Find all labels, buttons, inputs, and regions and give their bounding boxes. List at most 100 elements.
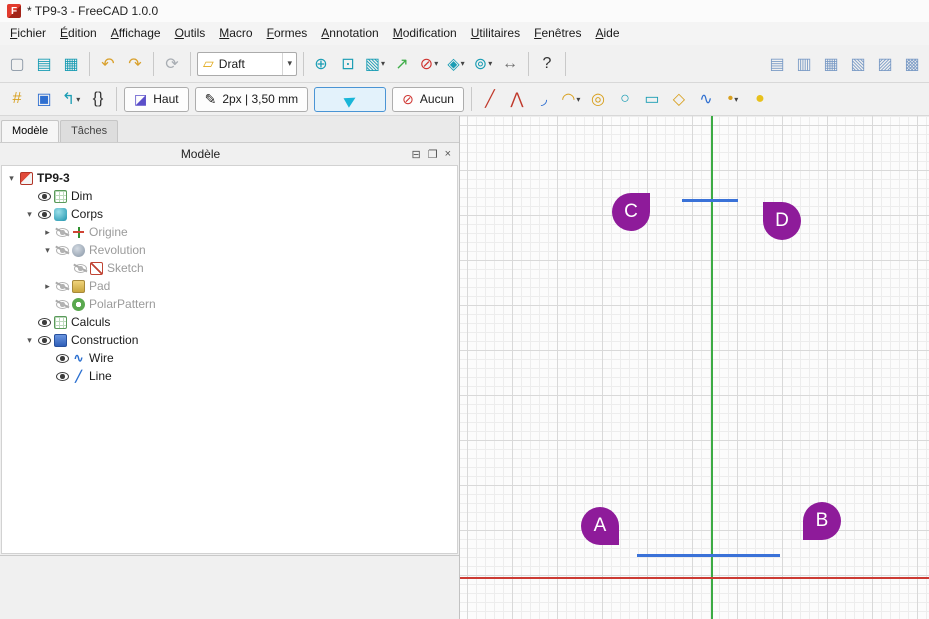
save-icon[interactable]: ▦ xyxy=(58,51,84,77)
circle-tool-icon[interactable]: ◎ xyxy=(585,86,611,112)
rectangle-tool-icon[interactable]: ▭ xyxy=(639,86,665,112)
ellipse-tool-icon[interactable]: ○ xyxy=(612,86,638,112)
tree-pre-selection-icon[interactable]: ▧ xyxy=(845,51,871,77)
menu-formes[interactable]: Formes xyxy=(260,23,315,44)
expander-icon[interactable]: ▾ xyxy=(24,209,35,220)
menu-outils[interactable]: Outils xyxy=(168,23,213,44)
expander-icon[interactable]: ▾ xyxy=(6,173,17,184)
tree-record-selection-icon[interactable]: ▨ xyxy=(872,51,898,77)
tab-taches[interactable]: Tâches xyxy=(60,120,118,142)
line-tool-icon[interactable]: ╱ xyxy=(477,86,503,112)
bspline-tool-icon[interactable]: ∿ xyxy=(693,86,719,112)
tree-item-calculs[interactable]: Calculs xyxy=(2,313,457,331)
visibility-eye-icon[interactable] xyxy=(56,246,69,255)
draw-style-icon[interactable]: ▧▾ xyxy=(362,51,388,77)
visibility-eye-icon[interactable] xyxy=(38,210,51,219)
tree-item-revolution[interactable]: ▾Revolution xyxy=(2,241,457,259)
float-icon[interactable]: ❐ xyxy=(428,148,438,161)
menu-edition[interactable]: Édition xyxy=(53,23,104,44)
layers-icon[interactable]: ▣ xyxy=(31,86,57,112)
tree-item-construction[interactable]: ▾Construction xyxy=(2,331,457,349)
workbench-selector[interactable]: ▱ Draft ▾ xyxy=(197,52,297,76)
line-style-button[interactable]: ✎ 2px | 3,50 mm xyxy=(195,87,309,112)
tree-item-line[interactable]: Line xyxy=(2,367,457,385)
undo-icon[interactable]: ↶ xyxy=(95,51,121,77)
chevron-down-icon[interactable]: ▾ xyxy=(282,53,296,75)
menu-affichage[interactable]: Affichage xyxy=(104,23,168,44)
chevron-down-icon[interactable]: ▾ xyxy=(434,59,438,68)
chevron-down-icon[interactable]: ▾ xyxy=(576,95,580,104)
tree-sync-selection-icon[interactable]: ▥ xyxy=(791,51,817,77)
chevron-down-icon[interactable]: ▾ xyxy=(461,59,465,68)
visibility-eye-icon[interactable] xyxy=(56,282,69,291)
tree-item-polarpattern[interactable]: PolarPattern xyxy=(2,295,457,313)
arc-tool-icon[interactable]: ◠▾ xyxy=(558,86,584,112)
tree-drag-icon[interactable]: ▩ xyxy=(899,51,925,77)
point-tool-icon[interactable]: •▾ xyxy=(720,86,746,112)
sketch-line-bottom[interactable] xyxy=(637,554,780,557)
fillet-tool-icon[interactable]: ◞ xyxy=(531,86,557,112)
menu-utilitaires[interactable]: Utilitaires xyxy=(464,23,527,44)
chevron-down-icon[interactable]: ▾ xyxy=(381,59,385,68)
zoom-selection-icon[interactable]: ⊡ xyxy=(335,51,361,77)
working-plane-view-icon[interactable]: ↗ xyxy=(389,51,415,77)
menu-annotation[interactable]: Annotation xyxy=(314,23,385,44)
tree-document-icon[interactable]: ▤ xyxy=(764,51,790,77)
visibility-eye-icon[interactable] xyxy=(56,228,69,237)
tree-item-origine[interactable]: ▸Origine xyxy=(2,223,457,241)
expression-icon[interactable]: {} xyxy=(85,86,111,112)
move-to-group-icon[interactable]: ↰▾ xyxy=(58,86,84,112)
visibility-eye-icon[interactable] xyxy=(38,192,51,201)
tree-item-corps[interactable]: ▾Corps xyxy=(2,205,457,223)
visibility-eye-icon[interactable] xyxy=(38,336,51,345)
tree-item-tp9-3[interactable]: ▾TP9-3 xyxy=(2,169,457,187)
menu-modification[interactable]: Modification xyxy=(386,23,464,44)
spreadsheet-icon xyxy=(54,190,67,203)
chevron-down-icon[interactable]: ▾ xyxy=(76,95,80,104)
expander-icon[interactable]: ▸ xyxy=(42,281,53,292)
redo-icon[interactable]: ↷ xyxy=(122,51,148,77)
tab-modele[interactable]: Modèle xyxy=(1,120,59,142)
visibility-eye-icon[interactable] xyxy=(38,318,51,327)
menu-macro[interactable]: Macro xyxy=(212,23,259,44)
close-icon[interactable]: × xyxy=(445,148,451,160)
dock-icon[interactable]: ⊟ xyxy=(411,148,420,161)
tree-item-sketch[interactable]: Sketch xyxy=(2,259,457,277)
model-tree: ▾TP9-3Dim▾Corps▸Origine▾RevolutionSketch… xyxy=(1,165,458,554)
autogroup-button[interactable]: ⊘ Aucun xyxy=(392,87,464,112)
zoom-tools-icon[interactable]: ⊚▾ xyxy=(470,51,496,77)
tree-item-dim[interactable]: Dim xyxy=(2,187,457,205)
whats-this-icon[interactable]: ? xyxy=(534,51,560,77)
construction-mode-toggle[interactable]: ▶ xyxy=(314,87,386,112)
refresh-icon[interactable]: ⟳ xyxy=(159,51,185,77)
sketch-line-top[interactable] xyxy=(682,199,738,202)
measure-icon[interactable]: ↔ xyxy=(497,51,523,77)
title-bar[interactable]: * TP9-3 - FreeCAD 1.0.0 xyxy=(0,0,929,22)
menu-fichier[interactable]: Fichier xyxy=(3,23,53,44)
visibility-eye-icon[interactable] xyxy=(74,264,87,273)
clipping-plane-icon[interactable]: ⊘▾ xyxy=(416,51,442,77)
expander-icon[interactable]: ▸ xyxy=(42,227,53,238)
working-plane-button[interactable]: ◪ Haut xyxy=(124,87,189,112)
chevron-down-icon[interactable]: ▾ xyxy=(488,59,492,68)
visibility-eye-icon[interactable] xyxy=(56,372,69,381)
grid-toggle-icon[interactable]: # xyxy=(4,86,30,112)
expander-icon[interactable]: ▾ xyxy=(42,245,53,256)
open-folder-icon[interactable]: ▤ xyxy=(31,51,57,77)
tree-sync-view-icon[interactable]: ▦ xyxy=(818,51,844,77)
new-document-icon[interactable]: ▢ xyxy=(4,51,30,77)
tree-item-wire[interactable]: Wire xyxy=(2,349,457,367)
menu-aide[interactable]: Aide xyxy=(588,23,626,44)
tree-item-pad[interactable]: ▸Pad xyxy=(2,277,457,295)
polyline-tool-icon[interactable]: ⋀ xyxy=(504,86,530,112)
chevron-down-icon[interactable]: ▾ xyxy=(734,95,738,104)
std-views-icon[interactable]: ◈▾ xyxy=(443,51,469,77)
expander-icon[interactable]: ▾ xyxy=(24,335,35,346)
menu-fenetres[interactable]: Fenêtres xyxy=(527,23,588,44)
polygon-tool-icon[interactable]: ◇ xyxy=(666,86,692,112)
viewport[interactable]: ABCD xyxy=(460,116,929,619)
visibility-eye-icon[interactable] xyxy=(56,354,69,363)
zoom-fit-icon[interactable]: ⊕ xyxy=(308,51,334,77)
facebinder-tool-icon[interactable]: ● xyxy=(747,86,773,112)
visibility-eye-icon[interactable] xyxy=(56,300,69,309)
